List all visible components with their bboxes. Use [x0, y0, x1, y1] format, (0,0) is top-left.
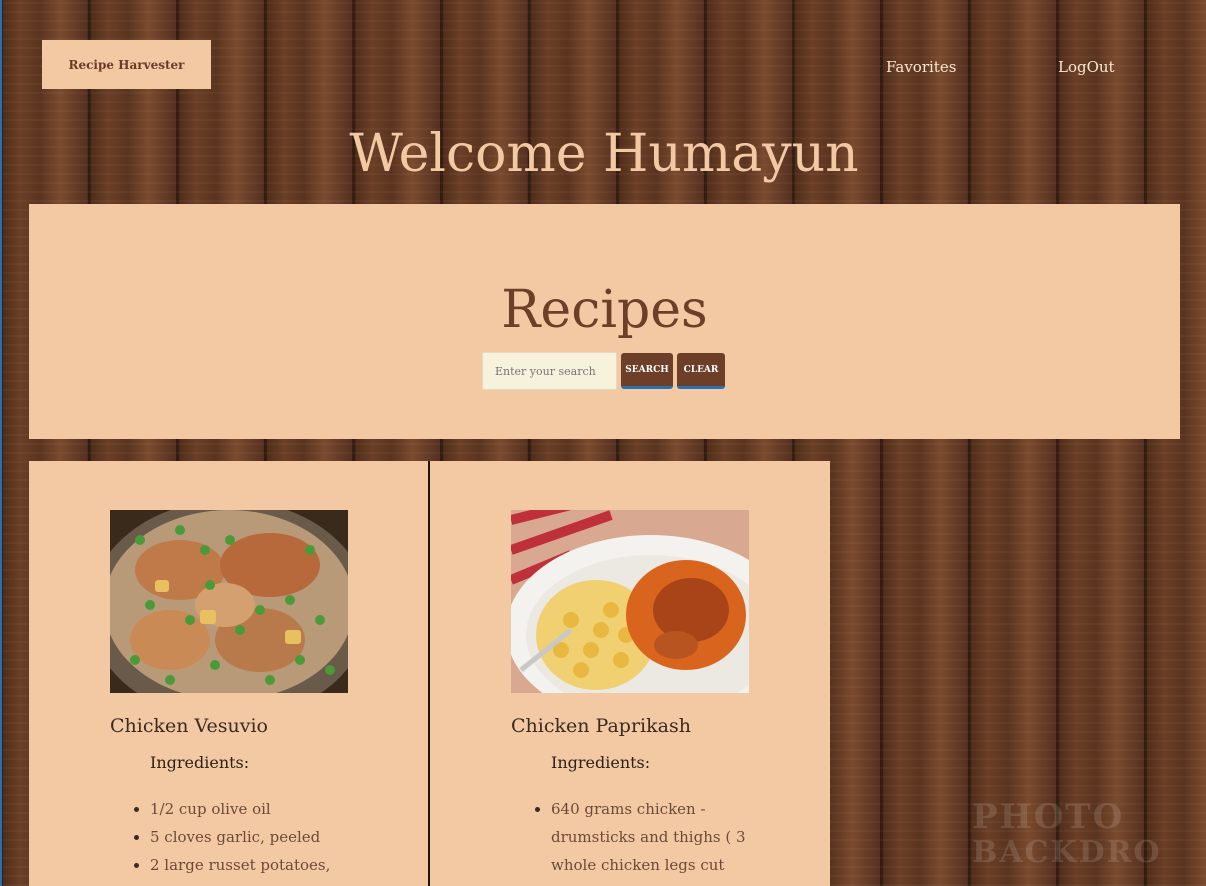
nav-favorites-link[interactable]: Favorites: [886, 58, 956, 76]
clear-button[interactable]: CLEAR: [677, 353, 725, 389]
recipe-card: Chicken Vesuvio Ingredients: 1/2 cup oli…: [29, 461, 430, 886]
watermark-logo: PHOTO BACKDROP: [962, 790, 1184, 870]
ingredient-item: 2 large russet potatoes, peeled: [150, 851, 362, 886]
svg-text:BACKDROP: BACKDROP: [972, 835, 1162, 870]
ingredient-list: 1/2 cup olive oil 5 cloves garlic, peele…: [132, 795, 362, 886]
ingredient-list: 640 grams chicken - drumsticks and thigh…: [533, 795, 763, 886]
recipe-title[interactable]: Chicken Paprikash: [511, 715, 691, 737]
recipe-image[interactable]: [511, 510, 749, 693]
recipe-title[interactable]: Chicken Vesuvio: [110, 715, 268, 737]
nav-logout-link[interactable]: LogOut: [1058, 58, 1115, 76]
recipe-card-list: Chicken Vesuvio Ingredients: 1/2 cup oli…: [29, 461, 830, 886]
search-bar: SEARCH CLEAR: [482, 352, 725, 390]
ingredients-label: Ingredients:: [150, 753, 250, 772]
recipes-search-panel: Recipes SEARCH CLEAR: [29, 204, 1180, 439]
svg-text:PHOTO: PHOTO: [972, 797, 1124, 837]
recipes-title: Recipes: [501, 280, 708, 340]
welcome-heading: Welcome Humayun: [349, 124, 859, 184]
ingredient-item: 5 cloves garlic, peeled: [150, 823, 362, 851]
search-input[interactable]: [482, 352, 617, 390]
ingredients-label: Ingredients:: [551, 753, 651, 772]
search-button[interactable]: SEARCH: [621, 353, 673, 389]
ingredient-item: 640 grams chicken - drumsticks and thigh…: [551, 795, 763, 886]
recipe-image[interactable]: [110, 510, 348, 693]
ingredient-item: 1/2 cup olive oil: [150, 795, 362, 823]
recipe-card: Chicken Paprikash Ingredients: 640 grams…: [430, 461, 830, 886]
brand-logo-button[interactable]: Recipe Harvester: [42, 40, 211, 89]
